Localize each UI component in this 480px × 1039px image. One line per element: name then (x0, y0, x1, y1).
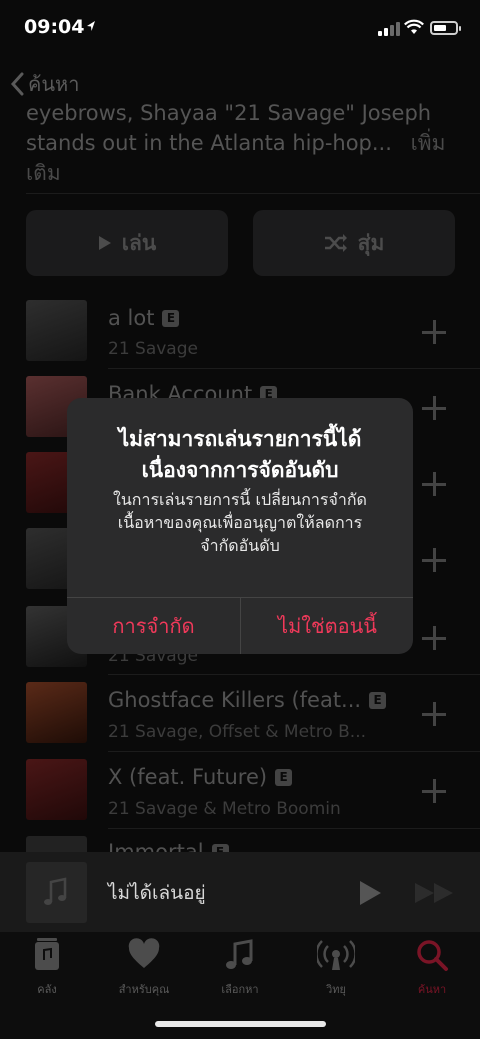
track-artist: 21 Savage, Offset & Metro B... (108, 722, 367, 742)
now-playing-status: ไม่ได้เล่นอยู่ (108, 882, 206, 904)
tab-browse[interactable]: เลือกหา (200, 938, 280, 998)
add-track-icon[interactable] (422, 472, 446, 496)
tab-library[interactable]: คลัง (7, 938, 87, 998)
explicit-badge: E (275, 769, 293, 786)
explicit-badge: E (162, 310, 180, 327)
battery-icon (430, 21, 461, 35)
track-row[interactable]: Ghostface Killers (feat... E 21 Savage, O… (0, 682, 480, 758)
restrictions-button[interactable]: การจำกัด (67, 598, 240, 654)
tab-search[interactable]: ค้นหา (392, 938, 472, 998)
not-now-button[interactable]: ไม่ใช่ตอนนี้ (241, 598, 413, 654)
artist-description: eyebrows, Shayaa "21 Savage" Joseph stan… (26, 101, 466, 188)
alert-dialog: ไม่สามารถเล่นรายการนี้ได้ เนื่องจากการจั… (67, 398, 413, 654)
tab-for-you[interactable]: สำหรับคุณ (104, 938, 184, 998)
track-title: Ghostface Killers (feat... (108, 688, 362, 712)
music-note-icon (226, 939, 253, 969)
status-time: 09:04 (24, 16, 85, 38)
location-arrow-icon (87, 21, 95, 31)
dialog-message-line-1: ในการเล่นรายการนี้ เปลี่ยนการจำกัด (113, 490, 367, 509)
tab-label: คลัง (37, 983, 57, 996)
shuffle-button[interactable]: สุ่ม (253, 210, 455, 276)
play-icon (98, 236, 111, 250)
track-artist: 21 Savage (108, 339, 198, 359)
dialog-title-line-1: ไม่สามารถเล่นรายการนี้ได้ (118, 427, 362, 451)
chevron-left-icon (10, 72, 24, 96)
divider (108, 674, 480, 675)
play-label: เล่น (121, 230, 157, 255)
track-row[interactable]: Immortal E (0, 836, 480, 852)
tab-label: ค้นหา (417, 983, 447, 996)
divider (108, 828, 480, 829)
heart-icon (128, 938, 160, 968)
dialog-title: ไม่สามารถเล่นรายการนี้ได้ เนื่องจากการจั… (77, 424, 403, 486)
description-line-2: stands out in the Atlanta hip-hop... (26, 131, 392, 155)
divider (26, 193, 480, 194)
divider (108, 368, 480, 369)
add-track-icon[interactable] (422, 702, 446, 726)
back-label: ค้นหา (28, 72, 80, 96)
album-art (26, 759, 87, 820)
fast-forward-icon[interactable] (414, 882, 456, 904)
add-track-icon[interactable] (422, 779, 446, 803)
status-bar: 09:04 (0, 0, 480, 60)
divider (108, 751, 480, 752)
search-icon (417, 940, 448, 971)
album-art (26, 682, 87, 743)
mini-player[interactable]: ไม่ได้เล่นอยู่ (0, 852, 480, 932)
explicit-badge: E (211, 844, 229, 852)
play-button[interactable]: เล่น (26, 210, 228, 276)
play-icon[interactable] (358, 880, 382, 906)
dialog-title-line-2: เนื่องจากการจัดอันดับ (141, 458, 339, 482)
wifi-icon (404, 19, 424, 34)
album-art (26, 300, 87, 361)
home-indicator[interactable] (155, 1021, 326, 1027)
tab-label: สำหรับคุณ (118, 983, 170, 996)
add-track-icon[interactable] (422, 548, 446, 572)
track-title: Immortal (108, 840, 204, 852)
shuffle-label: สุ่ม (357, 230, 385, 255)
library-icon (35, 938, 59, 970)
back-button[interactable]: ค้นหา (10, 68, 79, 100)
track-row[interactable]: X (feat. Future) E 21 Savage & Metro Boom… (0, 759, 480, 835)
music-note-icon (44, 877, 67, 905)
album-art (26, 836, 87, 852)
track-title: a lot (108, 306, 155, 330)
add-track-icon[interactable] (422, 396, 446, 420)
dialog-message: ในการเล่นรายการนี้ เปลี่ยนการจำกัด เนื้อ… (85, 488, 395, 557)
dialog-message-line-2: เนื้อหาของคุณเพื่ออนุญาตให้ลดการ (117, 513, 363, 532)
track-artist: 21 Savage & Metro Boomin (108, 799, 341, 819)
track-title: X (feat. Future) (108, 765, 268, 789)
tab-label: เลือกหา (221, 983, 259, 996)
radio-icon (315, 940, 357, 970)
dialog-message-line-3: จำกัดอันดับ (200, 536, 280, 555)
add-track-icon[interactable] (422, 320, 446, 344)
track-row[interactable]: a lot E 21 Savage (0, 300, 480, 376)
tab-radio[interactable]: วิทยุ (296, 938, 376, 998)
add-track-icon[interactable] (422, 626, 446, 650)
tab-label: วิทยุ (326, 983, 346, 996)
shuffle-icon (324, 234, 347, 252)
explicit-badge: E (369, 692, 387, 709)
now-playing-artwork (26, 862, 87, 923)
description-line-1: eyebrows, Shayaa "21 Savage" Joseph (26, 101, 432, 125)
cellular-signal-icon (378, 22, 400, 36)
